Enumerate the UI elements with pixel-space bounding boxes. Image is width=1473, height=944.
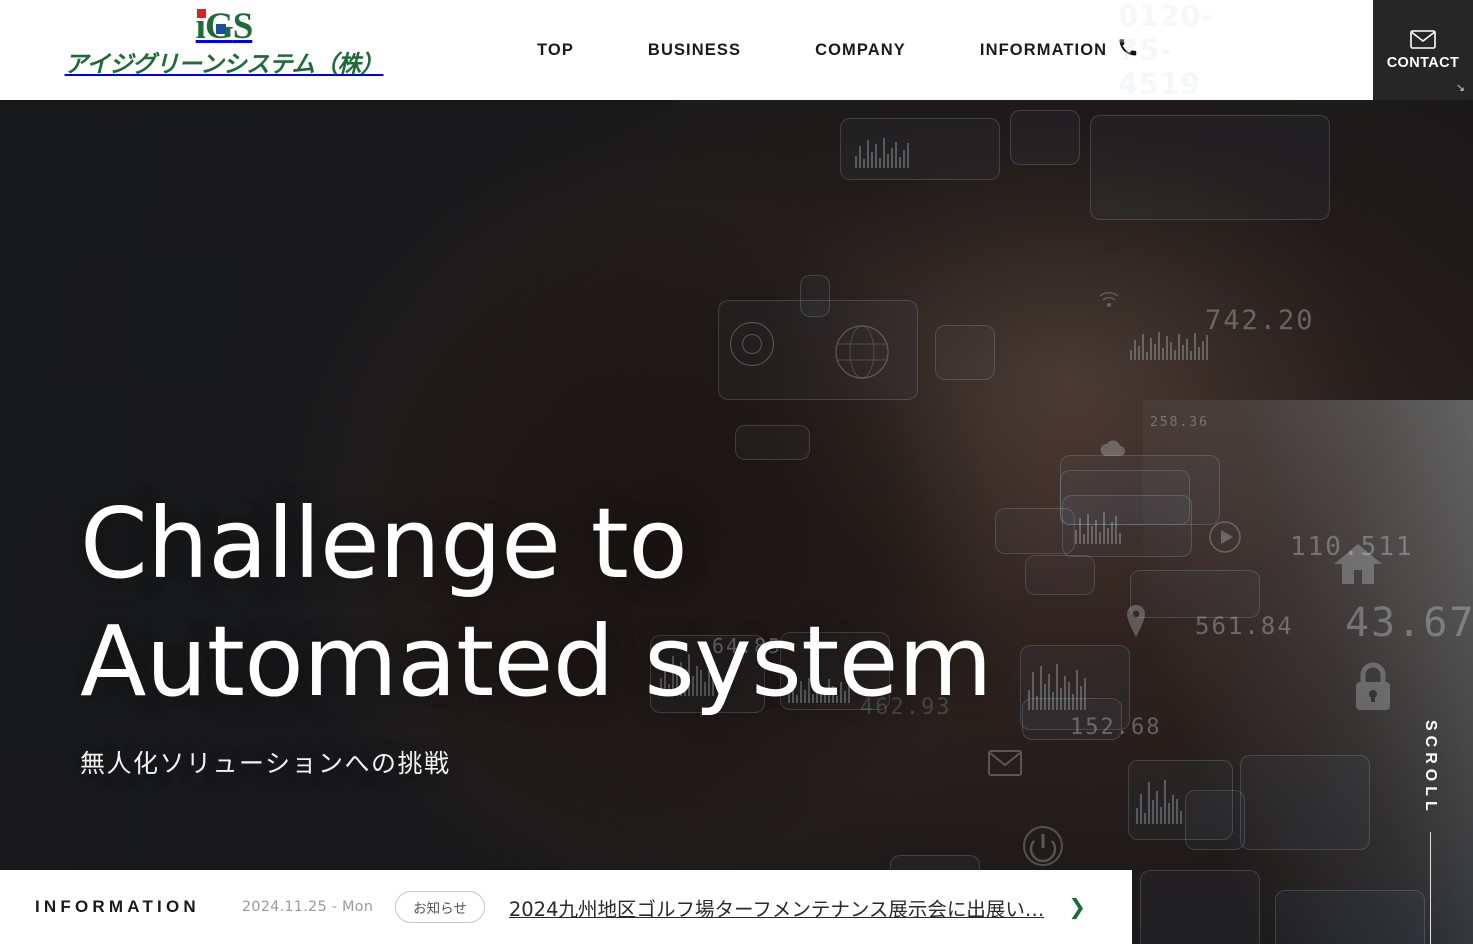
hud-panel [1025,555,1095,595]
hud-panel [1185,790,1245,850]
page-root: i GS アイジグリーンシステム（株） TOP BUSINESS COMPANY… [0,0,1473,944]
hud-panel [800,275,830,317]
diagonal-arrow-icon: ↘ [1455,82,1465,94]
information-date: 2024.11.25 - Mon [241,899,374,915]
hud-bars [1130,330,1208,360]
hero-slider: 742.20 258.36 110.511 43.67 561.84 64.85… [0,100,1473,944]
hero-copy: Challenge to Automated system 無人化ソリューション… [80,485,992,780]
logo-letter-i: i [195,6,206,47]
logo-mark: i GS [195,6,254,47]
scroll-line [1429,831,1431,944]
cloud-icon [1098,438,1128,460]
envelope-icon [1410,29,1436,49]
site-header: i GS アイジグリーンシステム（株） TOP BUSINESS COMPANY… [0,0,1473,101]
contact-button-label: CONTACT [1386,54,1460,71]
hud-value: 152.68 [1070,715,1162,740]
hud-bars [855,134,909,168]
information-headline-link[interactable]: 2024九州地区ゴルフ場ターフメンテナンス展示会に出展い… [509,893,1045,922]
location-pin-icon [1125,605,1147,637]
play-icon [1208,520,1242,554]
globe-icon [832,322,892,382]
phone-number: 0120-75-4519 [1118,0,1214,101]
scroll-indicator: SCROLL [1421,720,1439,944]
information-more-arrow[interactable]: ❯ [1068,897,1086,918]
wifi-icon [1098,288,1120,310]
information-category-badge: お知らせ [395,891,485,923]
hud-panel [1130,570,1260,618]
main-nav: TOP BUSINESS COMPANY INFORMATION [500,0,1144,100]
scroll-label: SCROLL [1422,720,1439,816]
hud-panel [1275,890,1425,944]
hud-value: 43.67 [1345,600,1473,646]
hud-value: 742.20 [1205,305,1315,336]
hud-bars [1075,508,1121,544]
site-logo[interactable]: i GS アイジグリーンシステム（株） [65,6,384,79]
hud-panel [1240,755,1370,850]
hud-panel [1140,870,1260,944]
hud-bars [1136,778,1182,824]
contact-button[interactable]: CONTACT ↘ [1373,0,1473,100]
hud-value: 561.84 [1195,612,1294,640]
hero-headline-line1: Challenge to [80,487,688,600]
hud-panel [1010,110,1080,165]
hud-panel [1090,115,1330,220]
logo-company-name: アイジグリーンシステム（株） [64,50,384,78]
logo-letter-s: S [232,6,254,47]
hud-value: 258.36 [1150,415,1209,430]
phone-link[interactable]: 0120-75-4519 [1118,0,1213,101]
hero-headline: Challenge to Automated system [80,485,992,722]
hero-subtitle: 無人化ソリューションへの挑戦 [80,748,451,778]
nav-item-business[interactable]: BUSINESS [611,41,778,60]
information-section-label: INFORMATION [35,897,200,916]
envelope-icon [988,750,1022,776]
home-icon [1330,540,1386,588]
hud-ring [742,334,762,354]
information-bar: INFORMATION 2024.11.25 - Mon お知らせ 2024九州… [0,870,1132,944]
hud-panel [935,325,995,380]
nav-item-top[interactable]: TOP [500,41,611,60]
logo-letter-g: G [205,8,234,45]
nav-item-company[interactable]: COMPANY [778,41,943,60]
power-icon [1022,825,1064,867]
hero-headline-line2: Automated system [80,605,992,719]
lock-icon [1350,658,1396,714]
nav-item-information[interactable]: INFORMATION [943,41,1144,60]
logo-blue-square [215,24,226,34]
hud-panel [735,425,810,460]
